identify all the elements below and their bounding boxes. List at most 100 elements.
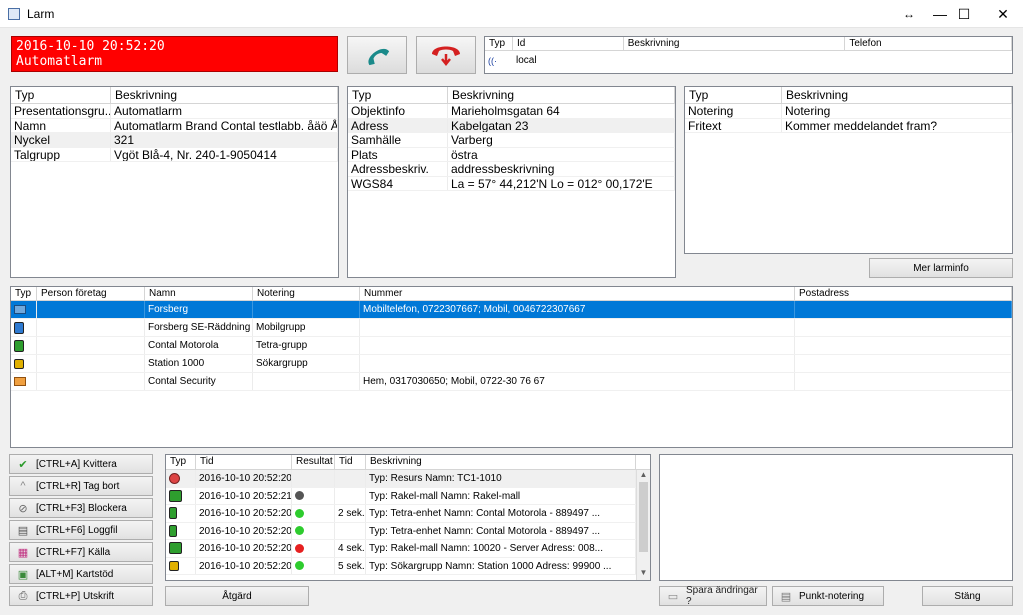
table-row[interactable]: Station 1000 Sökargrupp [11,355,1012,373]
log-scrollbar[interactable]: ▲ ▼ [636,470,650,580]
cell-tid2 [335,470,366,487]
cell-nummer [360,337,795,354]
spara-button[interactable]: ▭ Spara ändringar ? [659,585,767,607]
table-row[interactable]: WGS84 La = 57° 44,212'N Lo = 012° 00,172'… [348,176,675,191]
table-row[interactable]: Contal Security Hem, 0317030650; Mobil, … [11,373,1012,391]
col-postadress: Postadress [795,287,1012,300]
punkt-notering-button[interactable]: ▤ Punkt-notering [772,586,884,606]
cell-beskrivning: östra [448,147,675,161]
status-cell [292,522,335,539]
person-card-icon [11,301,37,318]
cell-beskrivning: Typ: Tetra-enhet Namn: Contal Motorola -… [366,522,636,539]
kartstod-button[interactable]: ▣ [ALT+M] Kartstöd [9,564,153,584]
info-right-table: Typ Beskrivning Notering Notering Fritext… [684,86,1013,254]
resources-table: Typ Person företag Namn Notering Nummer … [10,286,1013,448]
note-textarea[interactable] [659,454,1013,581]
cell-postadress [795,301,1012,318]
blockera-button[interactable]: ⊘ [CTRL+F3] Blockera [9,498,153,518]
kalla-button[interactable]: ▦ [CTRL+F7] Källa [9,542,153,562]
button-label: [CTRL+F7] Källa [36,546,111,558]
mer-larminfo-button[interactable]: Mer larminfo [869,258,1013,278]
table-row[interactable]: Talgrupp Vgöt Blå-4, Nr. 240-1-9050414 [11,147,338,162]
cell-nummer: Hem, 0317030650; Mobil, 0722-30 76 67 [360,373,795,390]
hangup-call-button[interactable] [416,36,476,74]
cell-postadress [795,355,1012,372]
cell-tid2: 4 sek. [335,540,366,557]
cell-typ: Presentationsgru... [11,104,111,118]
table-row[interactable]: Forsberg SE-Räddning Mobilgrupp [11,319,1012,337]
cell-notering: Tetra-grupp [253,337,360,354]
button-label: [CTRL+A] Kvittera [36,458,117,470]
cell-person [37,355,145,372]
cell-beskrivning: Automatlarm [111,104,338,118]
loggfil-button[interactable]: ▤ [CTRL+F6] Loggfil [9,520,153,540]
col-beskrivning: Beskrivning [782,87,1012,103]
phone-hangup-icon [432,46,460,67]
info-mid-table: Typ Beskrivning Objektinfo Marieholmsgata… [347,86,676,278]
cell-tid2: 5 sek. [335,557,366,574]
table-row[interactable]: ((· local [485,51,1012,71]
col-beskrivning: Beskrivning [448,87,675,103]
button-label: [CTRL+F6] Loggfil [36,524,118,536]
table-row[interactable]: 2016-10-10 20:52:20 5 sek. Typ: Sökargru… [166,557,650,575]
tetra-icon [166,522,196,539]
log-icon: ▤ [17,524,29,537]
table-row[interactable]: Objektinfo Marieholmsgatan 64 [348,104,675,119]
cell-namn: Forsberg SE-Räddning [145,319,253,336]
cell-typ: Objektinfo [348,104,448,118]
info-left-table: Typ Beskrivning Presentationsgru... Autom… [10,86,339,278]
cell-tid2: 2 sek. [335,505,366,522]
cell-typ: Namn [11,118,111,132]
cell-typ: Nyckel [11,133,111,147]
kvittera-button[interactable]: ✔ [CTRL+A] Kvittera [9,454,153,474]
table-row[interactable]: Adress Kabelgatan 23 [348,118,675,133]
cell-typ: Adressbeskriv. [348,162,448,176]
close-button[interactable]: ✕ [980,0,1023,28]
col-typ: Typ [11,287,37,300]
status-cell [292,470,335,487]
table-row[interactable]: Forsberg Mobiltelefon, 0722307667; Mobil… [11,301,1012,319]
col-telefon: Telefon [845,37,1012,50]
cell-beskrivning: Typ: Sökargrupp Namn: Station 1000 Adres… [366,557,636,574]
utskrift-button[interactable]: ⎙ [CTRL+P] Utskrift [9,586,153,606]
source-icon: ▦ [17,546,29,559]
col-typ: Typ [348,87,448,103]
table-row[interactable]: 2016-10-10 20:52:20 Typ: Resurs Namn: TC… [166,470,650,488]
rakel-icon [166,540,196,557]
person-card-orange-icon [11,373,37,390]
status-cell [292,487,335,504]
table-row[interactable]: Fritext Kommer meddelandet fram? [685,118,1012,133]
table-row[interactable]: Nyckel 321 [11,133,338,148]
cell-person [37,319,145,336]
stang-button[interactable]: Stäng [922,586,1013,606]
table-row[interactable]: Namn Automatlarm Brand Contal testlabb. å… [11,118,338,133]
table-row[interactable]: Samhälle Varberg [348,133,675,148]
scroll-down-icon[interactable]: ▼ [637,568,650,580]
status-cell [292,540,335,557]
cell-notering [253,301,360,318]
table-row[interactable]: 2016-10-10 20:52:20 Typ: Tetra-enhet Nam… [166,522,650,540]
cell-beskrivning: La = 57° 44,212'N Lo = 012° 00,172'E [448,176,675,190]
cell-person [37,301,145,318]
atgard-button[interactable]: Åtgärd [165,586,309,606]
table-row[interactable]: Plats östra [348,147,675,162]
scroll-thumb[interactable] [639,482,648,552]
scroll-up-icon[interactable]: ▲ [637,470,650,482]
cell-tid: 2016-10-10 20:52:20 [196,505,292,522]
cell-postadress [795,319,1012,336]
table-row[interactable]: 2016-10-10 20:52:20 4 sek. Typ: Rakel-ma… [166,540,650,558]
log-table: Typ Tid Resultat Tid Beskrivning 2016-10… [165,454,651,581]
window-title: Larm [27,7,55,21]
col-beskrivning: Beskrivning [366,455,636,469]
tag-bort-button[interactable]: ^ [CTRL+R] Tag bort [9,476,153,496]
table-row[interactable]: 2016-10-10 20:52:21 Typ: Rakel-mall Namn… [166,487,650,505]
table-row[interactable]: 2016-10-10 20:52:20 2 sek. Typ: Tetra-en… [166,505,650,523]
table-row[interactable]: Notering Notering [685,104,1012,119]
col-tid: Tid [196,455,292,469]
answer-call-button[interactable] [347,36,407,74]
table-row[interactable]: Adressbeskriv. addressbeskrivning [348,162,675,177]
col-notering: Notering [253,287,360,300]
table-row[interactable]: Presentationsgru... Automatlarm [11,104,338,119]
cell-tid: 2016-10-10 20:52:20 [196,470,292,487]
table-row[interactable]: Contal Motorola Tetra-grupp [11,337,1012,355]
